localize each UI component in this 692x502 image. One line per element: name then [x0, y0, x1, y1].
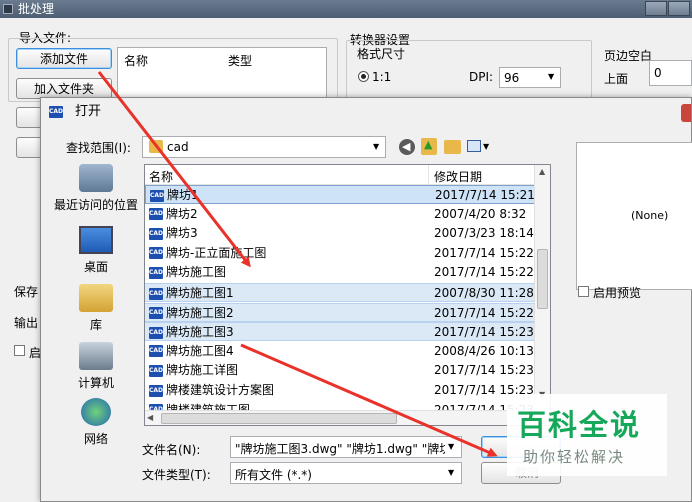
arrow-to-file-list: [97, 71, 251, 268]
watermark-title: 百科全说: [517, 408, 642, 442]
arrow-to-open-button: [240, 343, 498, 457]
watermark: 百科全说 助你轻松解决: [507, 394, 667, 476]
watermark-subtitle: 助你轻松解决: [523, 448, 626, 466]
